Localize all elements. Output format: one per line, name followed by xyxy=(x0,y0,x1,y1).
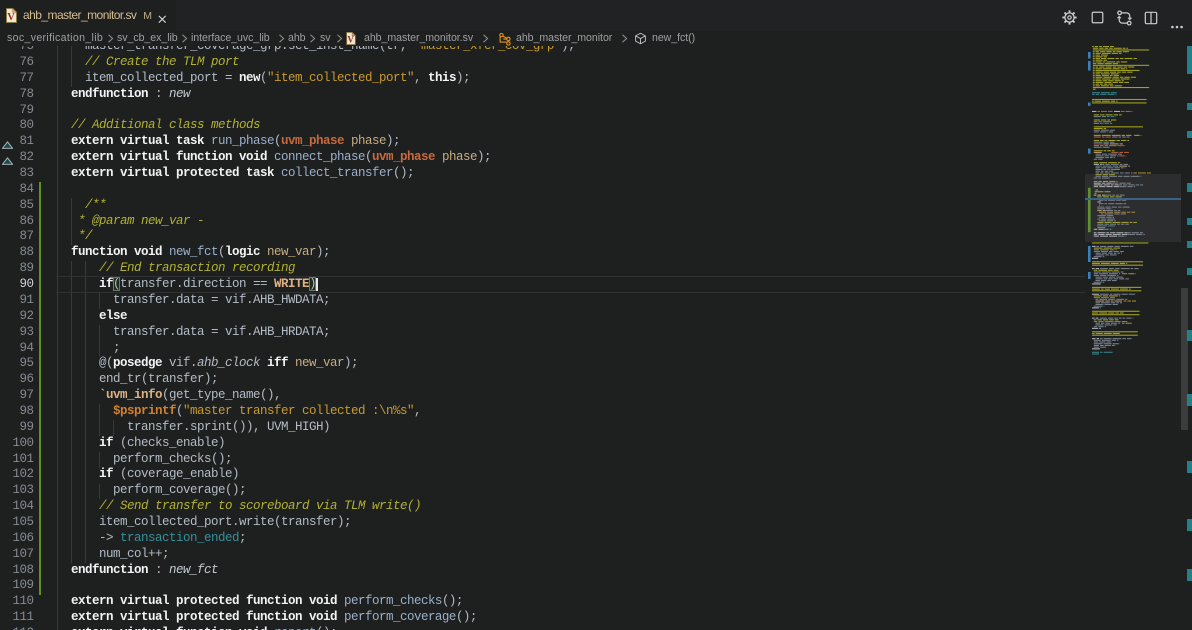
svg-text:V: V xyxy=(347,34,354,44)
svg-text:V: V xyxy=(7,12,15,23)
